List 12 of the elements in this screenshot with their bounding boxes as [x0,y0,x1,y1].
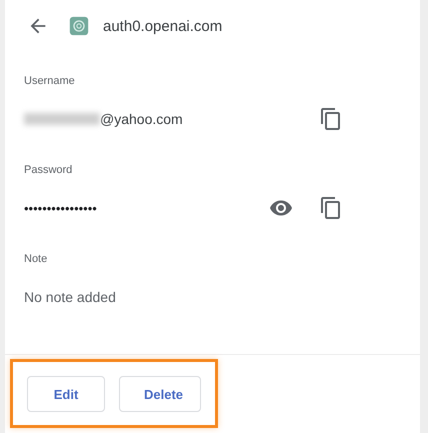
site-logo-icon [69,16,89,36]
field-label: Password [24,164,74,178]
site-name: auth0.openai.com [103,18,222,34]
username-value: @yahoo.com [100,111,183,127]
delete-button[interactable]: Delete [119,376,201,412]
edit-button[interactable]: Edit [27,376,105,412]
note-text: No note added [24,289,116,305]
copy-icon[interactable] [319,196,343,220]
password-value: •••••••••••••••• [24,200,97,216]
copy-icon[interactable] [319,107,343,131]
field-label: Note [24,253,48,267]
field-label: Username [24,75,76,89]
